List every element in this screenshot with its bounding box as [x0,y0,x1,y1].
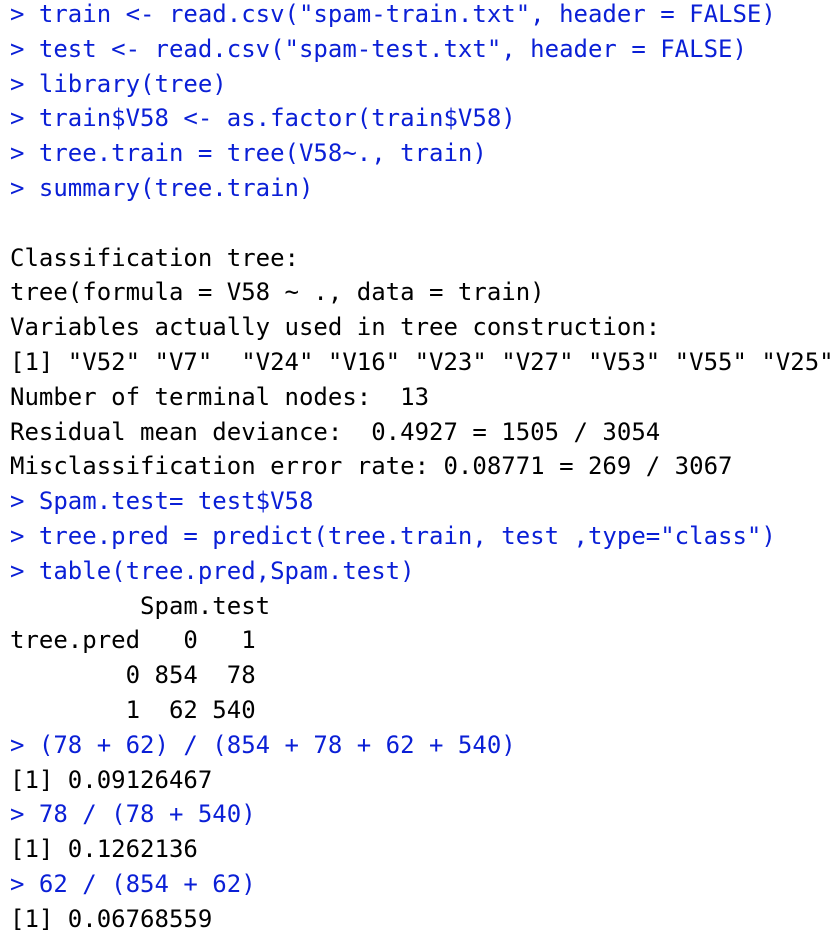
console-output-line: tree.pred 0 1 [10,626,256,655]
console-output-line: 0 854 78 [10,661,256,690]
console-input-line: > test <- read.csv("spam-test.txt", head… [10,34,747,63]
console-output-line: [1] 0.1262136 [10,835,198,864]
console-input-line: > table(tree.pred,Spam.test) [10,556,415,585]
console-input-line: > library(tree) [10,69,227,98]
r-console[interactable]: > train <- read.csv("spam-train.txt", he… [10,0,838,940]
console-input-line: > Spam.test= test$V58 [10,487,314,516]
console-input-line: > 78 / (78 + 540) [10,800,256,829]
console-output-line: Spam.test [10,591,271,620]
console-input-line: > (78 + 62) / (854 + 78 + 62 + 540) [10,730,516,759]
console-output-line: Number of terminal nodes: 13 [10,382,430,411]
console-input-line: > tree.pred = predict(tree.train, test ,… [10,522,776,550]
console-input-line: > train <- read.csv("spam-train.txt", he… [10,0,776,28]
console-input-line: > tree.train = tree(V58~., train) [10,139,487,168]
console-output-line: Misclassification error rate: 0.08771 = … [10,452,733,481]
console-input-line: > 62 / (854 + 62) [10,870,256,898]
console-output-line: Residual mean deviance: 0.4927 = 1505 / … [10,417,661,446]
console-output-line: 1 62 540 [10,696,256,724]
console-output-line: Variables actually used in tree construc… [10,313,661,342]
console-output-line: tree(formula = V58 ~ ., data = train) [10,278,545,307]
console-output-line: [1] 0.09126467 [10,765,213,794]
console-output-line: [1] "V52" "V7" "V24" "V16" "V23" "V27" "… [10,348,834,376]
console-output-line: Classification tree: [10,243,299,272]
console-input-line: > summary(tree.train) [10,174,314,202]
console-output-line: [1] 0.06768559 [10,904,213,933]
console-input-line: > train$V58 <- as.factor(train$V58) [10,104,516,133]
